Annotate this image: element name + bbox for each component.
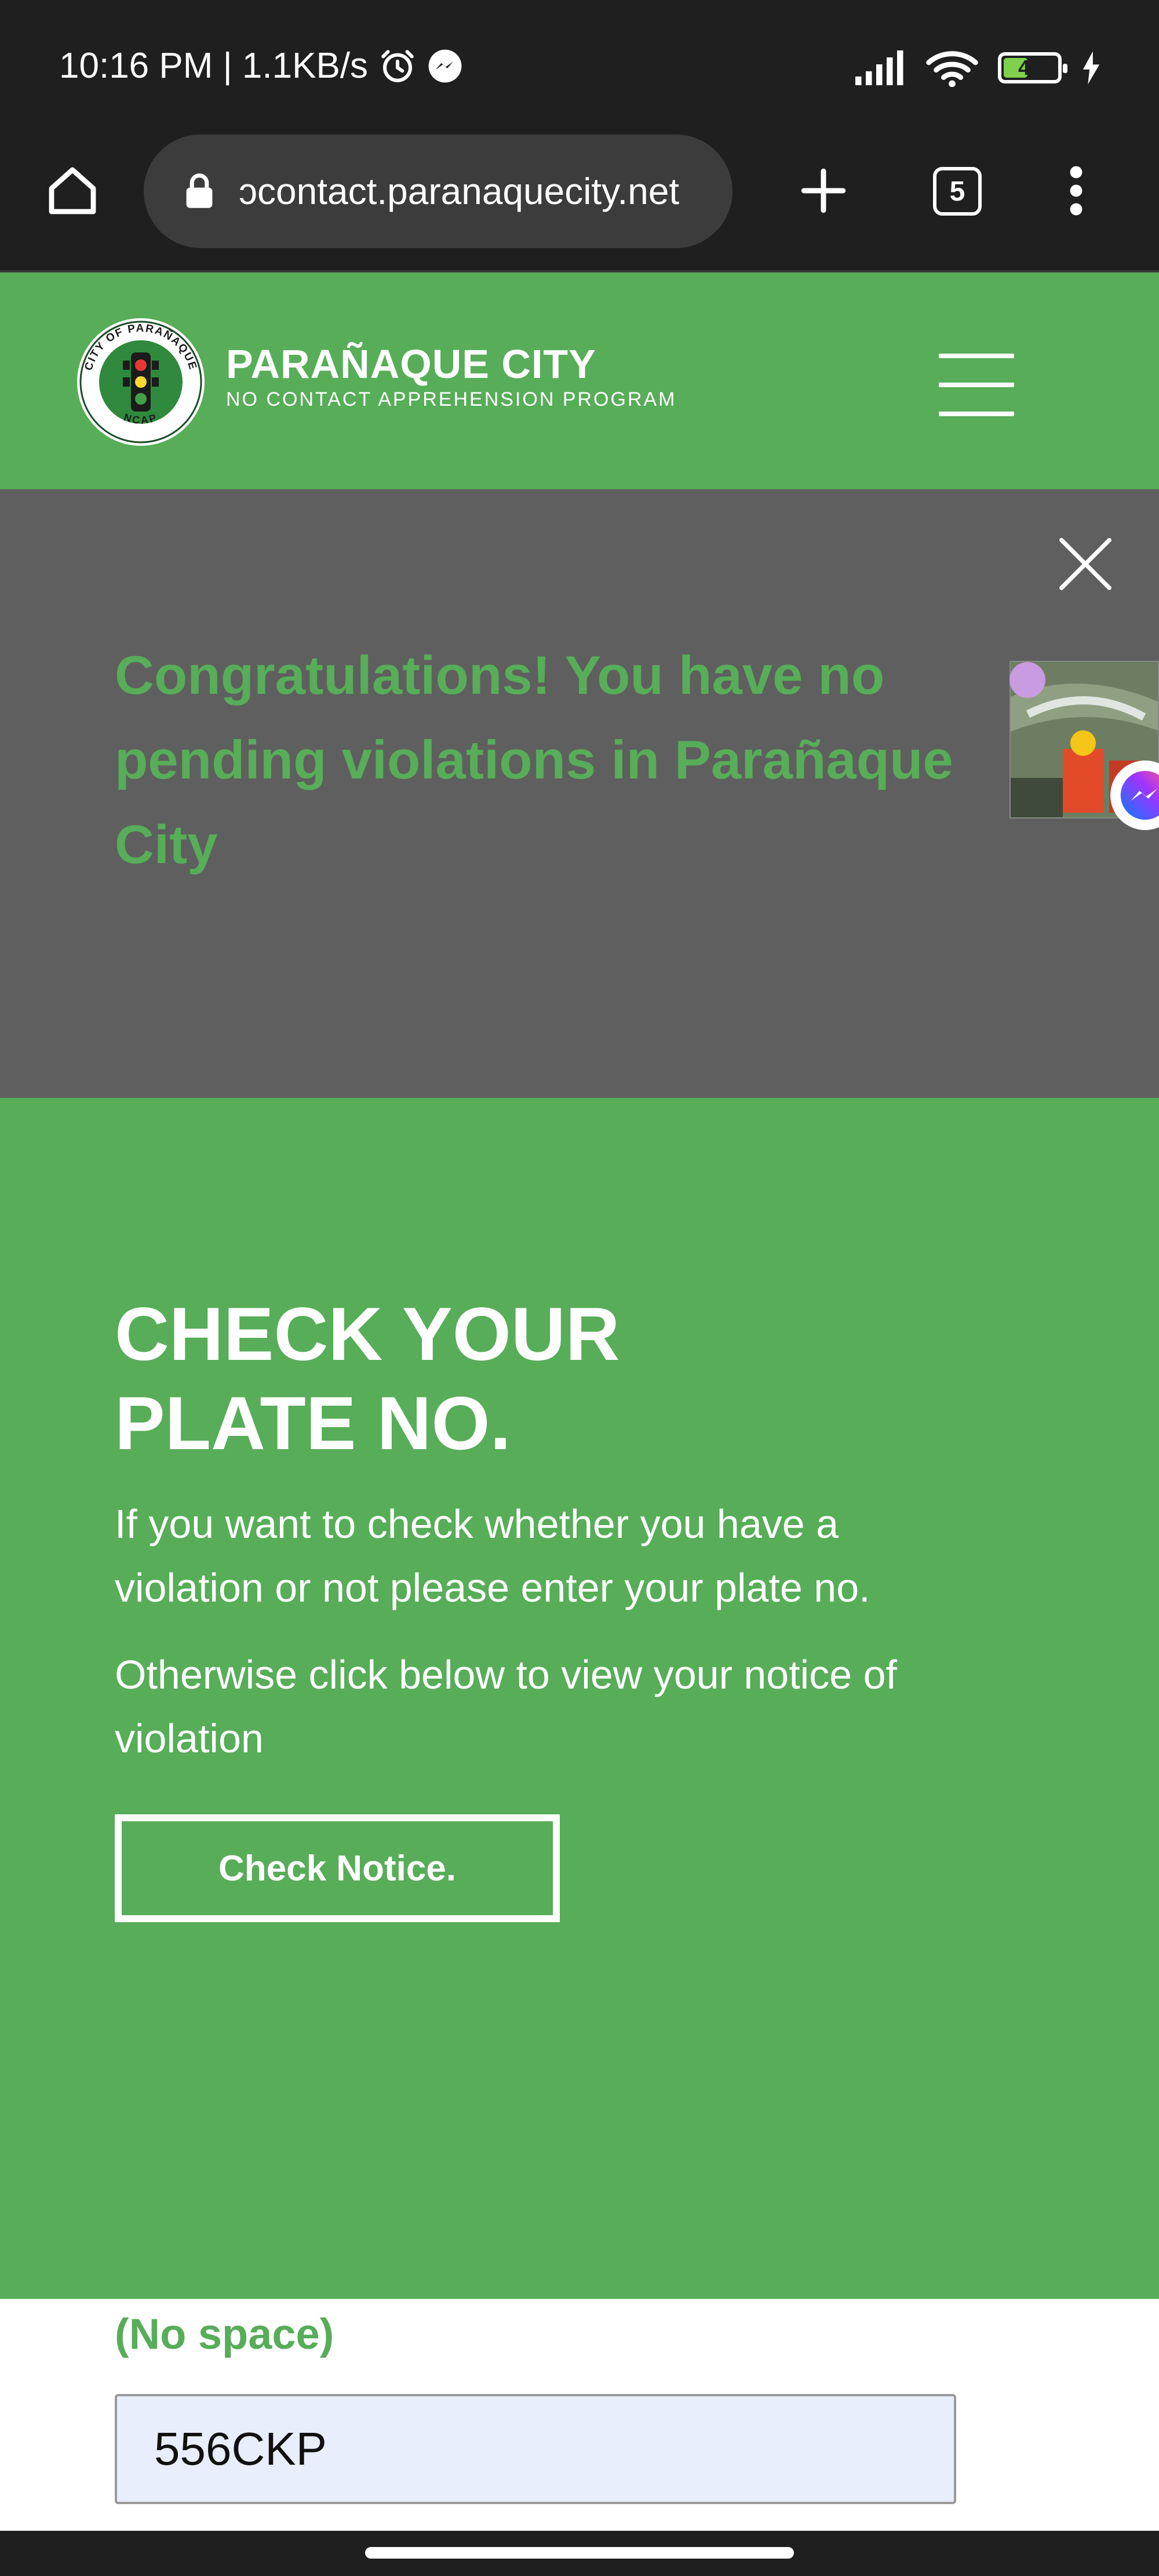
gesture-home-indicator[interactable] — [365, 2547, 794, 2559]
lock-icon — [186, 173, 213, 208]
charging-icon — [1083, 51, 1100, 85]
plate-number-input[interactable] — [115, 2394, 956, 2504]
more-vertical-icon — [1070, 166, 1083, 216]
browser-toolbar: ɔcontact.paranaquecity.net 5 — [0, 133, 1159, 272]
system-navigation-bar — [0, 2531, 1159, 2576]
messenger-icon — [1120, 770, 1159, 820]
section-otherwise-text: Otherwise click below to view your notic… — [115, 1652, 897, 1761]
site-header: CITY OF PARAÑAQUE NCAP PARAÑAQUE CITY NO… — [0, 272, 1159, 489]
home-button[interactable] — [41, 159, 104, 223]
address-bar[interactable]: ɔcontact.paranaquecity.net — [144, 134, 732, 248]
battery-cap — [1063, 64, 1067, 73]
plate-field-label: (No space) — [115, 2310, 334, 2358]
ncap-logo[interactable]: CITY OF PARAÑAQUE NCAP — [75, 316, 206, 447]
hamburger-line — [939, 354, 1014, 358]
check-plate-section: CHECK YOUR PLATE NO. If you want to chec… — [0, 1098, 1159, 2299]
status-left: 10:16 PM | 1.1KB/s — [59, 45, 463, 86]
section-description: If you want to check whether you have a … — [115, 1501, 870, 1610]
result-modal: Congratulations! You have no pending vio… — [0, 489, 1159, 1098]
tab-count: 5 — [949, 176, 965, 207]
plus-icon — [801, 168, 846, 213]
status-right: 46 — [853, 49, 1101, 87]
site-title[interactable]: PARAÑAQUE CITY — [226, 341, 596, 387]
check-notice-button[interactable]: Check Notice. — [115, 1814, 560, 1922]
section-heading: CHECK YOUR PLATE NO. — [115, 1291, 620, 1465]
status-bar: 10:16 PM | 1.1KB/s 46 — [0, 0, 1159, 133]
tabs-icon: 5 — [933, 167, 982, 216]
home-icon — [49, 167, 96, 214]
signal-icon — [855, 50, 903, 85]
site-subtitle: NO CONTACT APPREHENSION PROGRAM — [226, 388, 677, 410]
new-tab-button[interactable] — [792, 159, 855, 223]
close-icon[interactable] — [1054, 532, 1117, 596]
plate-form: (No space) — [0, 2299, 1159, 2531]
status-time-speed: 10:16 PM | 1.1KB/s — [59, 46, 369, 86]
hamburger-line — [939, 412, 1014, 416]
messenger-icon — [428, 49, 462, 82]
modal-message: Congratulations! You have no pending vio… — [115, 645, 953, 875]
hamburger-line — [939, 383, 1014, 387]
battery-level-text: 46 — [1018, 56, 1042, 79]
tab-switcher-button[interactable]: 5 — [930, 163, 985, 219]
alarm-icon — [381, 49, 414, 82]
browser-menu-button[interactable] — [1050, 159, 1102, 223]
wifi-icon — [926, 51, 978, 87]
thumbnail-handle[interactable] — [1009, 662, 1045, 698]
battery-icon: 46 — [998, 52, 1067, 83]
url-text[interactable]: ɔcontact.paranaquecity.net — [239, 170, 714, 213]
hamburger-menu-icon[interactable] — [939, 354, 1026, 417]
